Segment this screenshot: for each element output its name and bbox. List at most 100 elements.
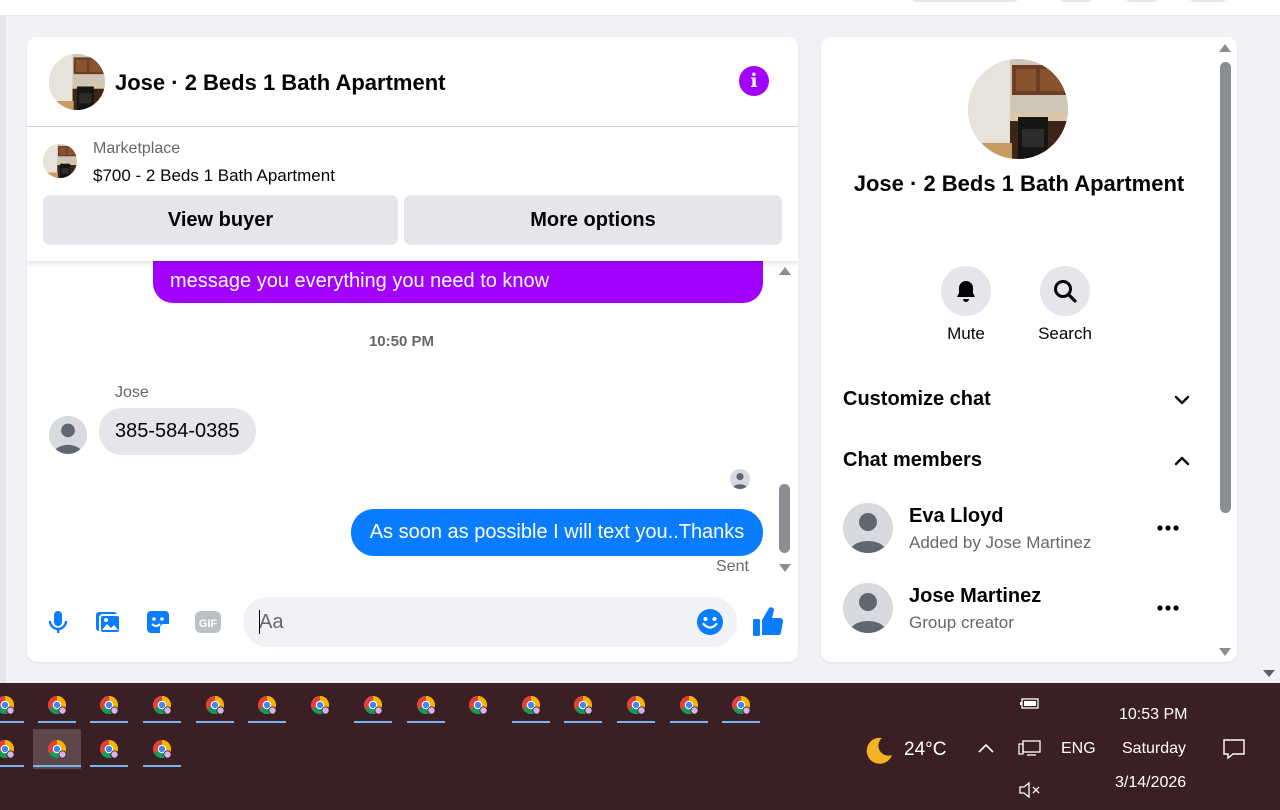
search-label: Search [1038, 324, 1092, 343]
chat-members-section[interactable]: Chat members [843, 446, 1193, 476]
top-bar-icon[interactable] [1058, 0, 1094, 2]
thumbs-up-icon[interactable] [751, 605, 785, 639]
mute-button[interactable]: Mute [916, 266, 1016, 344]
clock-day[interactable]: Saturday [1122, 740, 1186, 758]
emoji-icon[interactable] [696, 608, 724, 636]
top-bar-icon[interactable] [1124, 0, 1160, 2]
sender-avatar[interactable] [49, 416, 87, 454]
running-indicator [670, 721, 708, 723]
browser-top-strip [0, 0, 1280, 16]
taskbar-chrome-window-active[interactable] [33, 729, 81, 769]
chrome-icon [573, 695, 593, 715]
info-icon[interactable]: i [739, 66, 769, 96]
message-input-container[interactable] [243, 597, 737, 647]
customize-chat-section[interactable]: Customize chat [843, 385, 1193, 415]
top-bar-avatar[interactable] [1188, 0, 1228, 2]
taskbar-chrome-window[interactable] [301, 685, 339, 725]
chat-scrollbar-thumb[interactable] [779, 484, 790, 553]
more-options-button[interactable]: More options [404, 195, 782, 245]
chrome-icon [152, 695, 172, 715]
chat-header: Jose · 2 Beds 1 Bath Apartment i [27, 37, 798, 127]
panel-scroll-down-arrow[interactable] [1219, 648, 1231, 656]
taskbar-chrome-window[interactable] [143, 729, 181, 769]
more-options-icon[interactable] [1155, 515, 1181, 546]
listing-title[interactable]: $700 - 2 Beds 1 Bath Apartment [93, 166, 335, 186]
chevron-up-icon[interactable] [977, 742, 995, 754]
chat-members-label: Chat members [843, 449, 982, 471]
chat-scroll-up-arrow[interactable] [779, 267, 791, 275]
battery-icon[interactable] [1019, 696, 1041, 712]
microphone-icon[interactable] [43, 607, 73, 637]
message-timestamp: 10:50 PM [368, 333, 435, 350]
language-indicator[interactable]: ENG [1061, 740, 1096, 758]
member-row[interactable]: Jose Martinez Group creator [843, 583, 1193, 639]
listing-thumbnail[interactable] [43, 144, 77, 178]
running-indicator [33, 765, 81, 767]
message-status: Sent [716, 558, 749, 575]
top-bar-button[interactable] [910, 0, 1020, 2]
taskbar-chrome-window[interactable] [248, 685, 286, 725]
seen-indicator-avatar [730, 469, 750, 489]
running-indicator [354, 721, 392, 723]
chevron-down-icon [1174, 392, 1190, 413]
taskbar-chrome-window[interactable] [512, 685, 550, 725]
member-row[interactable]: Eva Lloyd Added by Jose Martinez [843, 503, 1193, 559]
taskbar-chrome-window[interactable] [90, 729, 128, 769]
chrome-icon [416, 695, 436, 715]
chrome-icon [679, 695, 699, 715]
taskbar-chrome-window[interactable] [354, 685, 392, 725]
running-indicator [407, 721, 445, 723]
view-buyer-button[interactable]: View buyer [43, 195, 398, 245]
running-indicator [564, 721, 602, 723]
photo-icon[interactable] [93, 607, 123, 637]
taskbar-chrome-window[interactable] [38, 685, 76, 725]
mute-label: Mute [947, 324, 985, 343]
more-options-icon[interactable] [1155, 595, 1181, 626]
moon-icon[interactable] [862, 735, 894, 765]
weather-temperature[interactable]: 24°C [904, 739, 946, 761]
clock-time[interactable]: 10:53 PM [1119, 706, 1187, 724]
marketplace-card: Marketplace $700 - 2 Beds 1 Bath Apartme… [27, 127, 798, 261]
taskbar-chrome-window[interactable] [722, 685, 760, 725]
taskbar-chrome-window[interactable] [407, 685, 445, 725]
message-input[interactable] [259, 607, 679, 637]
panel-scroll-up-arrow[interactable] [1219, 44, 1231, 52]
member-avatar[interactable] [843, 503, 893, 553]
marketplace-label: Marketplace [93, 140, 181, 157]
chrome-icon [521, 695, 541, 715]
search-icon[interactable] [1040, 266, 1090, 316]
bell-icon[interactable] [941, 266, 991, 316]
panel-scrollbar-thumb[interactable] [1220, 62, 1231, 513]
taskbar-chrome-window[interactable] [143, 685, 181, 725]
page-scroll-down-arrow[interactable] [1263, 670, 1275, 677]
gif-icon[interactable]: GIF [193, 607, 223, 637]
member-avatar[interactable] [843, 583, 893, 633]
conversation-avatar[interactable] [49, 54, 105, 110]
chrome-icon [310, 695, 330, 715]
network-icon[interactable] [1018, 739, 1042, 757]
chrome-icon [468, 695, 488, 715]
customize-chat-label: Customize chat [843, 388, 991, 410]
chat-scroll-down-arrow[interactable] [779, 564, 791, 572]
notifications-icon[interactable] [1222, 737, 1246, 761]
volume-muted-icon[interactable] [1018, 781, 1042, 799]
taskbar-chrome-window[interactable] [90, 685, 128, 725]
left-edge [0, 16, 6, 683]
sticker-icon[interactable] [143, 607, 173, 637]
message-bubble-outgoing: As soon as possible I will text you..Tha… [351, 509, 763, 556]
taskbar-chrome-window[interactable] [617, 685, 655, 725]
clock-date[interactable]: 3/14/2026 [1115, 774, 1186, 792]
search-button[interactable]: Search [1015, 266, 1115, 344]
chrome-icon [47, 739, 67, 759]
text-caret [259, 610, 260, 634]
taskbar-chrome-window[interactable] [459, 685, 497, 725]
conversation-title[interactable]: Jose · 2 Beds 1 Bath Apartment [115, 70, 446, 96]
taskbar-chrome-window[interactable] [196, 685, 234, 725]
taskbar-chrome-window[interactable] [670, 685, 708, 725]
chrome-icon [0, 739, 15, 759]
running-indicator [722, 721, 760, 723]
taskbar-chrome-window[interactable] [0, 685, 24, 725]
taskbar-chrome-window[interactable] [0, 729, 24, 769]
panel-conversation-avatar[interactable] [968, 59, 1068, 159]
taskbar-chrome-window[interactable] [564, 685, 602, 725]
